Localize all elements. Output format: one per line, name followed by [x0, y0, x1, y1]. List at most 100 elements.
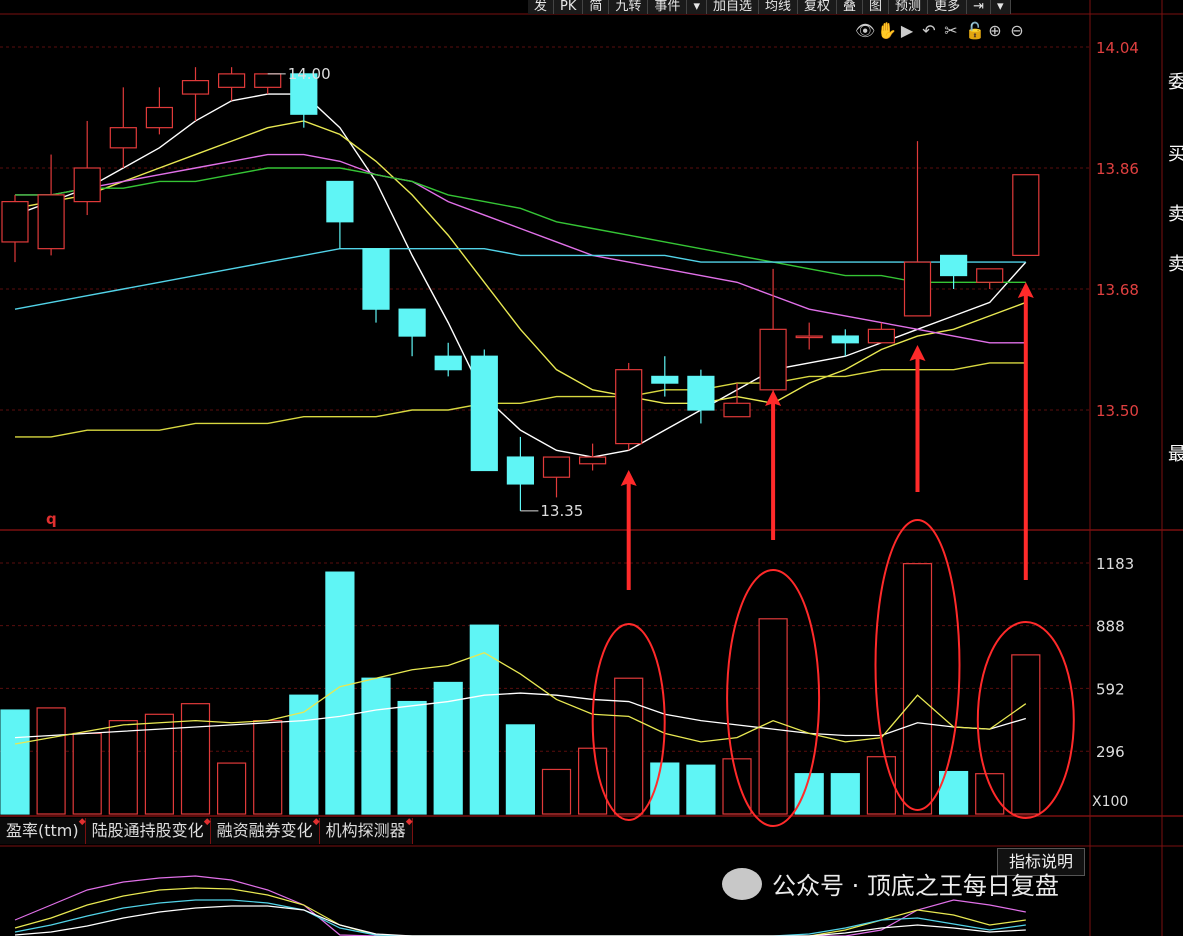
- volume-tick-label: 888: [1096, 618, 1125, 636]
- play-icon[interactable]: ▶: [899, 22, 915, 40]
- candle-body: [651, 375, 679, 384]
- candle-body: [254, 73, 282, 88]
- volume-bar: [722, 758, 752, 815]
- zoom-in-icon[interactable]: ⊕: [987, 22, 1003, 40]
- tab-dot-icon: ◆: [203, 817, 211, 827]
- candle-body: [145, 106, 173, 129]
- q-label: q: [46, 510, 57, 528]
- candle-body: [398, 308, 426, 337]
- price-tick-label: 13.86: [1096, 160, 1139, 178]
- zoom-out-icon[interactable]: ⊖: [1009, 22, 1025, 40]
- moving-average-line: [15, 362, 1026, 438]
- volume-bar: [577, 747, 608, 815]
- undo-icon[interactable]: ↶: [921, 22, 937, 40]
- scissors-icon[interactable]: ✂: [943, 22, 959, 40]
- indicator-tab-label: 盈率(ttm): [6, 821, 79, 840]
- watermark-text: 公众号 · 顶底之王每日复盘: [772, 872, 1059, 900]
- watermark: 公众号 · 顶底之王每日复盘: [722, 866, 1059, 901]
- volume-bar: [866, 756, 897, 815]
- candle-body: [831, 335, 859, 344]
- volume-tick-label: 296: [1096, 743, 1125, 761]
- hand-icon[interactable]: ✋: [877, 22, 897, 40]
- toolbar-button[interactable]: 更多: [928, 0, 968, 14]
- candle-body: [434, 355, 462, 371]
- volume-bar: [253, 720, 283, 815]
- stock-chart: 14.00 13.35 14.04 13.86 13.68 13.50 1183 888 59…: [0, 0, 1183, 936]
- indicator-tab[interactable]: 机构探测器 ◆: [319, 817, 413, 844]
- moving-average-line: [15, 153, 1026, 344]
- indicator-tab-label: 陆股通持股变化: [91, 821, 204, 840]
- candle-body: [795, 335, 823, 339]
- indicator-tab-label: 机构探测器: [325, 821, 406, 840]
- candle-body: [542, 456, 571, 478]
- volume-bar: [36, 707, 66, 815]
- volume-tick-label: 592: [1096, 680, 1125, 698]
- toolbar-button[interactable]: 简: [583, 0, 610, 14]
- candle-body: [362, 248, 390, 310]
- volume-bar: [541, 768, 572, 815]
- toolbar-button[interactable]: 九转: [609, 0, 649, 14]
- moving-average-line: [14, 247, 1026, 310]
- right-edge-label: 卖: [1168, 254, 1183, 275]
- volume-bar: [72, 732, 102, 815]
- axis-labels: 14.04 13.86 13.68 13.50 1183 888 592 296: [1096, 39, 1139, 761]
- volume-bar: [397, 700, 427, 815]
- candle-body: [723, 402, 751, 418]
- candle-body: [181, 80, 210, 95]
- candle-body: [976, 268, 1004, 283]
- volume-bar: [686, 764, 716, 815]
- toolbar-button[interactable]: ▾: [687, 0, 707, 14]
- candle-body: [326, 180, 354, 223]
- candle-body: [1, 201, 29, 243]
- toolbar-button[interactable]: 复权: [798, 0, 838, 14]
- indicator-tab-label: 融资融券变化: [216, 821, 313, 840]
- volume-bar: [975, 773, 1005, 815]
- toolbar-button[interactable]: 事件: [648, 0, 688, 14]
- candle-body: [759, 328, 787, 391]
- candle-body: [218, 73, 246, 88]
- toolbar-button[interactable]: ⇥: [967, 0, 991, 14]
- right-edge-label: 卖: [1168, 204, 1183, 225]
- toolbar-button[interactable]: 发: [528, 0, 555, 14]
- indicator-tab[interactable]: 陆股通持股变化 ◆: [85, 817, 211, 844]
- toolbar-button[interactable]: PK: [554, 0, 584, 14]
- chart-tools: 👁 ✋ ▶ ↶ ✂ 🔓 ⊕ ⊖: [855, 22, 1025, 40]
- candle-body: [615, 369, 643, 445]
- toolbar-button[interactable]: 加自选: [706, 0, 759, 14]
- volume-bar: [289, 694, 319, 815]
- volume-bar: [830, 773, 860, 815]
- candle-body: [939, 254, 968, 277]
- toolbar-button[interactable]: 图: [863, 0, 890, 14]
- candle-body: [687, 375, 715, 411]
- toolbar-button[interactable]: 叠: [837, 0, 864, 14]
- low-marker: 13.35: [540, 502, 583, 520]
- volume-unit: X100: [1092, 794, 1129, 810]
- toolbar-button[interactable]: ▾: [990, 0, 1011, 14]
- red-arrow: [909, 345, 926, 492]
- price-tick-label: 13.68: [1096, 281, 1139, 299]
- volume-bar: [0, 709, 30, 815]
- price-tick-label: 13.50: [1096, 402, 1139, 420]
- indicator-tabs: 盈率(ttm) ◆ 陆股通持股变化 ◆ 融资融券变化 ◆ 机构探测器 ◆: [0, 818, 413, 844]
- eye-icon[interactable]: 👁: [855, 22, 875, 40]
- tab-dot-icon: ◆: [78, 817, 86, 827]
- wechat-icon: [722, 867, 762, 900]
- red-arrow: [1017, 282, 1034, 580]
- indicator-tab[interactable]: 融资融券变化 ◆: [210, 817, 320, 844]
- candle-body: [903, 261, 932, 317]
- high-marker: 14.00: [288, 65, 331, 83]
- candle-body: [506, 456, 534, 485]
- right-edge-label: 最: [1168, 444, 1183, 465]
- tab-dot-icon: ◆: [405, 817, 413, 827]
- candle-body: [867, 328, 896, 344]
- lock-icon[interactable]: 🔓: [965, 22, 985, 40]
- volume-bar: [1011, 654, 1041, 815]
- indicator-tab[interactable]: 盈率(ttm) ◆: [0, 818, 86, 844]
- volume-bar: [108, 720, 138, 815]
- toolbar-button[interactable]: 预测: [889, 0, 929, 14]
- candle-body: [578, 456, 607, 465]
- toolbar-button[interactable]: 均线: [758, 0, 798, 14]
- volume-bar: [361, 677, 391, 815]
- tab-dot-icon: ◆: [312, 817, 320, 827]
- price-tick-label: 14.04: [1096, 39, 1139, 57]
